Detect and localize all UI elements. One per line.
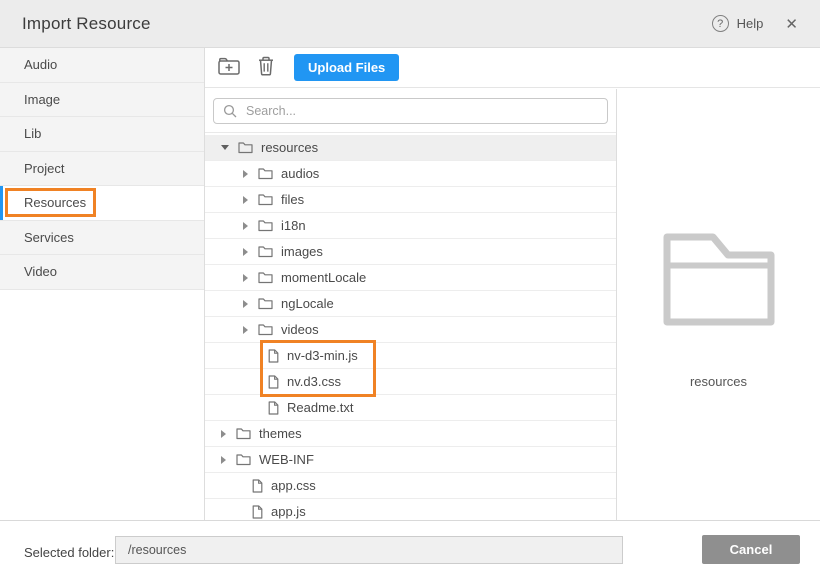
selected-folder-input[interactable] bbox=[115, 536, 623, 564]
sidebar-item-label: Resources bbox=[24, 195, 86, 210]
selected-folder-label: Selected folder: bbox=[24, 545, 114, 560]
tree-column: resources audios files i18n images momentLoca… bbox=[205, 89, 617, 520]
upload-files-button[interactable]: Upload Files bbox=[294, 54, 399, 81]
tree-row-label: resources bbox=[261, 140, 318, 155]
tree-row-nv-d3-min-js[interactable]: nv-d3-min.js bbox=[205, 343, 616, 369]
file-icon bbox=[252, 479, 263, 493]
folder-icon bbox=[238, 141, 253, 154]
close-icon[interactable]: ✕ bbox=[785, 15, 798, 33]
dialog-footer: Selected folder: Cancel bbox=[0, 520, 820, 582]
tree-row-videos[interactable]: videos bbox=[205, 317, 616, 343]
tree-row-web-inf[interactable]: WEB-INF bbox=[205, 447, 616, 473]
folder-icon bbox=[258, 323, 273, 336]
folder-icon bbox=[258, 271, 273, 284]
tree-row-momentlocale[interactable]: momentLocale bbox=[205, 265, 616, 291]
dialog-header: Import Resource ? Help ✕ bbox=[0, 0, 820, 48]
content-area: resources audios files i18n images momentLoca… bbox=[205, 89, 820, 520]
file-tree: resources audios files i18n images momentLoca… bbox=[205, 133, 616, 520]
expand-arrow-icon[interactable] bbox=[221, 456, 226, 464]
sidebar-item-lib[interactable]: Lib bbox=[0, 117, 204, 152]
folder-icon bbox=[236, 427, 251, 440]
search-bar bbox=[205, 89, 616, 133]
tree-row-themes[interactable]: themes bbox=[205, 421, 616, 447]
expand-arrow-icon[interactable] bbox=[221, 430, 226, 438]
help-icon[interactable]: ? bbox=[712, 15, 729, 32]
tree-row-readme-txt[interactable]: Readme.txt bbox=[205, 395, 616, 421]
sidebar-item-label: Video bbox=[24, 264, 57, 279]
header-actions: ? Help ✕ bbox=[712, 15, 798, 33]
toolbar: Upload Files bbox=[205, 48, 820, 88]
tree-row-label: audios bbox=[281, 166, 319, 181]
sidebar-item-video[interactable]: Video bbox=[0, 255, 204, 290]
large-folder-icon bbox=[659, 232, 779, 332]
tree-row-label: nv.d3.css bbox=[287, 374, 341, 389]
sidebar-item-label: Lib bbox=[24, 126, 41, 141]
expand-arrow-icon[interactable] bbox=[243, 274, 248, 282]
delete-button[interactable] bbox=[252, 53, 280, 82]
tree-row-label: app.css bbox=[271, 478, 316, 493]
tree-row-label: i18n bbox=[281, 218, 306, 233]
tree-row-app-css[interactable]: app.css bbox=[205, 473, 616, 499]
sidebar-item-label: Audio bbox=[24, 57, 57, 72]
expand-arrow-icon[interactable] bbox=[243, 248, 248, 256]
main-panel: Upload Files resourc bbox=[205, 48, 820, 520]
tree-row-audios[interactable]: audios bbox=[205, 161, 616, 187]
preview-panel: resources bbox=[617, 89, 820, 520]
folder-icon bbox=[258, 219, 273, 232]
dialog-title: Import Resource bbox=[22, 14, 151, 34]
expand-arrow-icon[interactable] bbox=[243, 170, 248, 178]
tree-row-label: images bbox=[281, 244, 323, 259]
folder-icon bbox=[258, 245, 273, 258]
tree-row-label: ngLocale bbox=[281, 296, 334, 311]
tree-row-nv-d3-css[interactable]: nv.d3.css bbox=[205, 369, 616, 395]
expand-arrow-icon[interactable] bbox=[243, 196, 248, 204]
preview-folder-name: resources bbox=[690, 374, 747, 389]
tree-row-label: themes bbox=[259, 426, 302, 441]
search-box bbox=[213, 98, 608, 124]
file-icon bbox=[268, 401, 279, 415]
expand-arrow-icon[interactable] bbox=[243, 326, 248, 334]
tree-row-label: nv-d3-min.js bbox=[287, 348, 358, 363]
search-input[interactable] bbox=[244, 103, 598, 119]
sidebar-item-resources[interactable]: Resources bbox=[0, 186, 204, 221]
tree-row-app-js[interactable]: app.js bbox=[205, 499, 616, 520]
trash-icon bbox=[256, 55, 276, 80]
file-icon bbox=[268, 349, 279, 363]
add-folder-button[interactable] bbox=[213, 53, 245, 82]
sidebar-item-image[interactable]: Image bbox=[0, 83, 204, 118]
folder-icon bbox=[258, 193, 273, 206]
tree-row-files[interactable]: files bbox=[205, 187, 616, 213]
folder-icon bbox=[258, 297, 273, 310]
tree-row-i18n[interactable]: i18n bbox=[205, 213, 616, 239]
sidebar: Audio Image Lib Project Resources Services Vid… bbox=[0, 48, 205, 520]
sidebar-item-label: Services bbox=[24, 230, 74, 245]
folder-icon bbox=[236, 453, 251, 466]
folder-plus-icon bbox=[217, 55, 241, 80]
cancel-button[interactable]: Cancel bbox=[702, 535, 800, 564]
tree-row-label: WEB-INF bbox=[259, 452, 314, 467]
tree-row-label: files bbox=[281, 192, 304, 207]
help-label[interactable]: Help bbox=[737, 16, 764, 31]
tree-row-images[interactable]: images bbox=[205, 239, 616, 265]
sidebar-item-project[interactable]: Project bbox=[0, 152, 204, 187]
sidebar-item-services[interactable]: Services bbox=[0, 221, 204, 256]
tree-row-label: videos bbox=[281, 322, 319, 337]
sidebar-item-label: Image bbox=[24, 92, 60, 107]
folder-icon bbox=[258, 167, 273, 180]
collapse-arrow-icon[interactable] bbox=[221, 145, 229, 150]
tree-row-label: momentLocale bbox=[281, 270, 366, 285]
tree-row-resources[interactable]: resources bbox=[205, 135, 616, 161]
tree-row-label: Readme.txt bbox=[287, 400, 353, 415]
file-icon bbox=[268, 375, 279, 389]
expand-arrow-icon[interactable] bbox=[243, 222, 248, 230]
sidebar-item-label: Project bbox=[24, 161, 64, 176]
tree-row-label: app.js bbox=[271, 504, 306, 519]
tree-row-nglocale[interactable]: ngLocale bbox=[205, 291, 616, 317]
sidebar-item-audio[interactable]: Audio bbox=[0, 48, 204, 83]
import-resource-dialog: Import Resource ? Help ✕ Audio Image Lib Pr… bbox=[0, 0, 820, 582]
search-icon bbox=[223, 104, 237, 118]
file-icon bbox=[252, 505, 263, 519]
expand-arrow-icon[interactable] bbox=[243, 300, 248, 308]
